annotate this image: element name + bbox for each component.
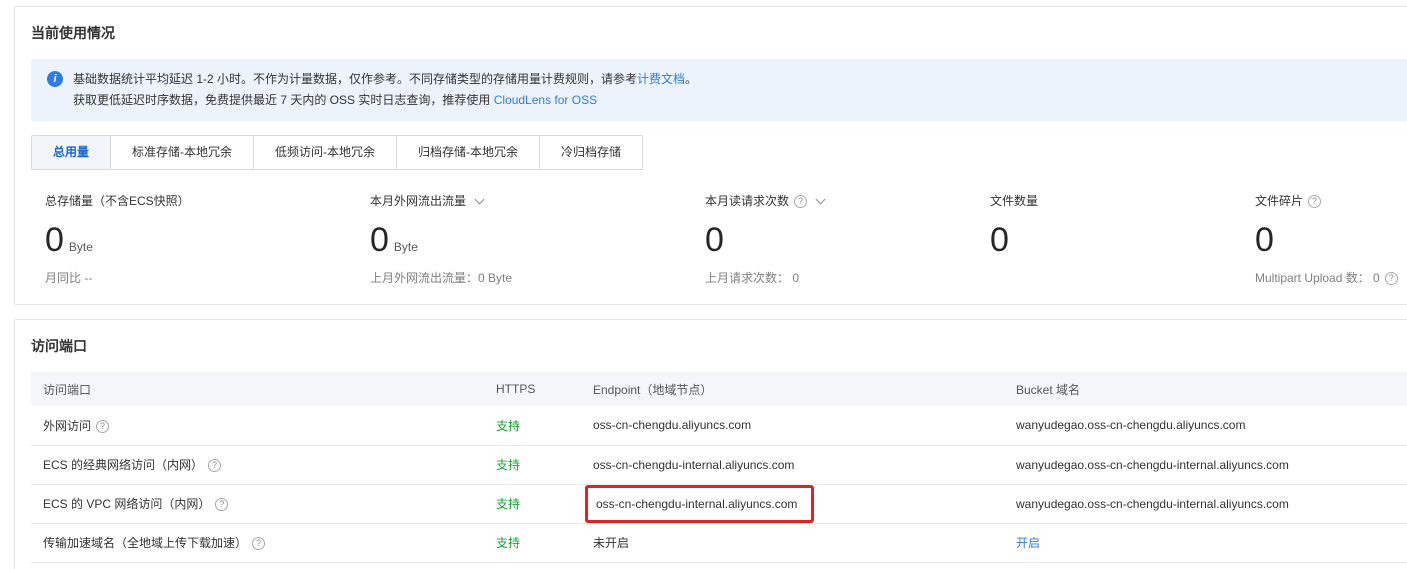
help-icon[interactable] <box>1385 272 1398 285</box>
bucket-domain-value: wanyudegao.oss-cn-chengdu.aliyuncs.com <box>1016 418 1245 432</box>
banner-line2-text: 获取更低延迟时序数据，免费提供最近 7 天内的 OSS 实时日志查询，推荐使用 <box>73 93 490 107</box>
banner-line1-text: 基础数据统计平均延迟 1-2 小时。不作为计量数据，仅作参考。不同存储类型的存储… <box>73 72 637 86</box>
help-icon[interactable] <box>1308 195 1321 208</box>
table-header-row: 访问端口 HTTPS Endpoint（地域节点） Bucket 域名 <box>31 372 1407 406</box>
banner-line1-suffix: 。 <box>685 72 697 86</box>
stat-unit: Byte <box>69 240 93 254</box>
stat-value: 0 <box>990 221 1009 259</box>
table-row-ecs-vpc: ECS 的 VPC 网络访问（内网） 支持 oss-cn-chengdu-int… <box>31 484 1407 523</box>
table-row-ecs-classic: ECS 的经典网络访问（内网） 支持 oss-cn-chengdu-intern… <box>31 445 1407 484</box>
help-icon[interactable] <box>252 537 265 550</box>
stat-label: 本月外网流出流量 <box>370 194 466 208</box>
https-supported: 支持 <box>496 458 520 472</box>
col-header-bucket-domain: Bucket 域名 <box>1004 372 1407 406</box>
stat-value: 0 <box>370 221 389 259</box>
stat-value: 0 <box>1255 221 1274 259</box>
stat-sub: 月同比 -- <box>45 269 370 286</box>
stat-sub: 上月外网流出流量：0 Byte <box>370 269 705 286</box>
stat-value: 0 <box>45 221 64 259</box>
tab-total-usage[interactable]: 总用量 <box>32 136 111 169</box>
usage-card-title: 当前使用情况 <box>31 23 1407 43</box>
acceleration-status: 未开启 <box>593 536 629 550</box>
help-icon[interactable] <box>215 498 228 511</box>
endpoint-value: oss-cn-chengdu-internal.aliyuncs.com <box>596 497 797 511</box>
access-ports-card: 访问端口 访问端口 HTTPS Endpoint（地域节点） Bucket 域名… <box>14 319 1407 569</box>
col-header-endpoint: Endpoint（地域节点） <box>581 372 1004 406</box>
stat-value: 0 <box>705 221 724 259</box>
chevron-down-icon[interactable] <box>816 195 826 205</box>
stat-sub: 上月请求次数： 0 <box>705 269 990 286</box>
bucket-domain-value: wanyudegao.oss-cn-chengdu-internal.aliyu… <box>1016 497 1289 511</box>
bucket-domain-value: wanyudegao.oss-cn-chengdu-internal.aliyu… <box>1016 458 1289 472</box>
stat-label: 总存储量（不含ECS快照） <box>45 194 190 208</box>
stat-read-requests: 本月读请求次数 0 上月请求次数： 0 <box>705 192 990 286</box>
ports-card-title: 访问端口 <box>31 336 1407 356</box>
cloudlens-link[interactable]: CloudLens for OSS <box>494 93 597 107</box>
stat-sub: Multipart Upload 数： 0 <box>1255 269 1407 286</box>
highlight-red-box: oss-cn-chengdu-internal.aliyuncs.com <box>585 485 814 523</box>
usage-card: 当前使用情况 基础数据统计平均延迟 1-2 小时。不作为计量数据，仅作参考。不同… <box>14 6 1407 305</box>
tab-ia-lrs[interactable]: 低频访问-本地冗余 <box>254 136 397 169</box>
usage-stats: 总存储量（不含ECS快照） 0 Byte 月同比 -- 本月外网流出流量 0 Byt… <box>31 192 1407 286</box>
stat-file-count: 文件数量 0 <box>990 192 1255 286</box>
endpoint-value: oss-cn-chengdu-internal.aliyuncs.com <box>593 458 794 472</box>
stat-unit: Byte <box>394 240 418 254</box>
stat-sub <box>990 269 1255 283</box>
endpoint-value: oss-cn-chengdu.aliyuncs.com <box>593 418 751 432</box>
tab-standard-lrs[interactable]: 标准存储-本地冗余 <box>111 136 254 169</box>
stat-label: 文件碎片 <box>1255 194 1303 208</box>
table-row-transfer-acceleration: 传输加速域名（全地域上传下载加速） 支持 未开启 开启 <box>31 523 1407 562</box>
help-icon[interactable] <box>794 195 807 208</box>
help-icon[interactable] <box>208 459 221 472</box>
row-label: ECS 的经典网络访问（内网） <box>43 458 203 472</box>
table-row-public-access: 外网访问 支持 oss-cn-chengdu.aliyuncs.com wany… <box>31 406 1407 445</box>
help-icon[interactable] <box>96 420 109 433</box>
stat-total-storage: 总存储量（不含ECS快照） 0 Byte 月同比 -- <box>45 192 370 286</box>
row-label: ECS 的 VPC 网络访问（内网） <box>43 497 210 511</box>
banner-line-1: 基础数据统计平均延迟 1-2 小时。不作为计量数据，仅作参考。不同存储类型的存储… <box>73 69 697 90</box>
row-label: 传输加速域名（全地域上传下载加速） <box>43 536 247 550</box>
enable-acceleration-link[interactable]: 开启 <box>1016 536 1040 550</box>
stat-outbound-traffic: 本月外网流出流量 0 Byte 上月外网流出流量：0 Byte <box>370 192 705 286</box>
storage-type-tabs: 总用量 标准存储-本地冗余 低频访问-本地冗余 归档存储-本地冗余 冷归档存储 <box>31 135 643 170</box>
access-ports-table: 访问端口 HTTPS Endpoint（地域节点） Bucket 域名 外网访问… <box>31 372 1407 563</box>
info-icon <box>47 71 63 87</box>
tab-cold-archive[interactable]: 冷归档存储 <box>540 136 642 169</box>
col-header-port: 访问端口 <box>31 372 484 406</box>
tab-archive-lrs[interactable]: 归档存储-本地冗余 <box>397 136 540 169</box>
https-supported: 支持 <box>496 497 520 511</box>
col-header-https: HTTPS <box>484 372 581 406</box>
stat-label: 文件数量 <box>990 194 1038 208</box>
stat-label: 本月读请求次数 <box>705 194 789 208</box>
billing-doc-link[interactable]: 计费文档 <box>637 72 685 86</box>
https-supported: 支持 <box>496 536 520 550</box>
banner-line-2: 获取更低延迟时序数据，免费提供最近 7 天内的 OSS 实时日志查询，推荐使用 … <box>73 90 697 111</box>
info-banner: 基础数据统计平均延迟 1-2 小时。不作为计量数据，仅作参考。不同存储类型的存储… <box>31 59 1407 121</box>
info-banner-text: 基础数据统计平均延迟 1-2 小时。不作为计量数据，仅作参考。不同存储类型的存储… <box>73 69 697 111</box>
https-supported: 支持 <box>496 419 520 433</box>
chevron-down-icon[interactable] <box>475 195 485 205</box>
stat-file-fragments: 文件碎片 0 Multipart Upload 数： 0 <box>1255 192 1407 286</box>
stat-sub-text: Multipart Upload 数： 0 <box>1255 271 1380 285</box>
row-label: 外网访问 <box>43 419 91 433</box>
